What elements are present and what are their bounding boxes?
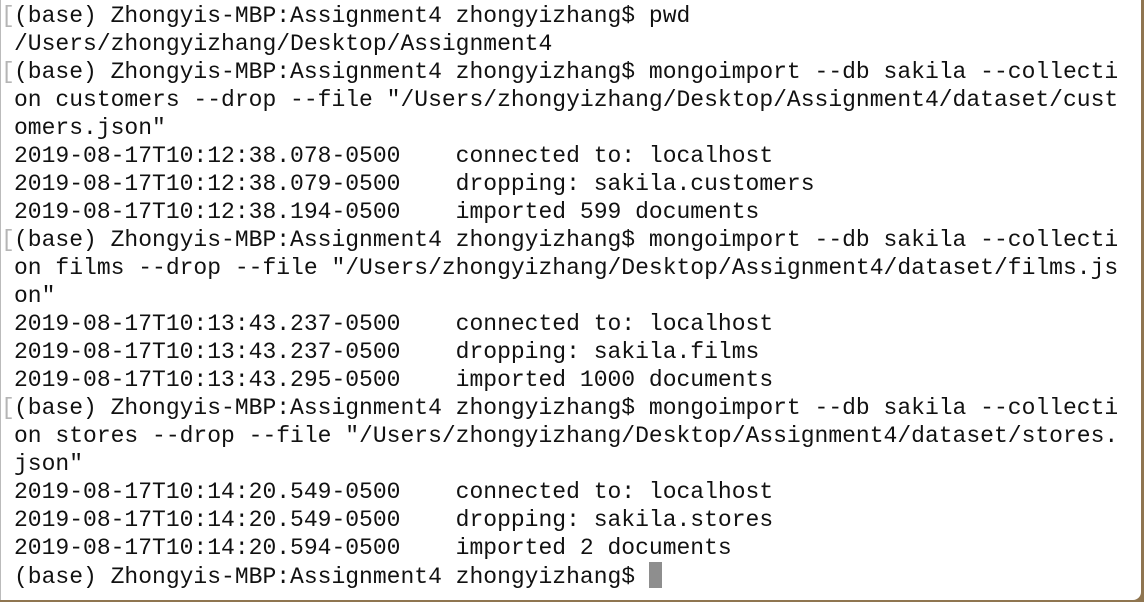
prompt-text: (base) Zhongyis-MBP:Assignment4 zhongyiz… — [14, 564, 636, 590]
line-text: on stores --drop --file "/Users/zhongyiz… — [14, 423, 1119, 449]
terminal-line: /Users/zhongyizhang/Desktop/Assignment4 — [14, 30, 1118, 58]
line-text: 2019-08-17T10:14:20.549-0500 connected t… — [14, 479, 774, 505]
terminal-window[interactable]: [(base) Zhongyis-MBP:Assignment4 zhongyi… — [0, 0, 1141, 600]
terminal-line: 2019-08-17T10:12:38.079-0500 dropping: s… — [14, 170, 1118, 198]
terminal-line: on customers --drop --file "/Users/zhong… — [14, 86, 1118, 114]
line-text: on films --drop --file "/Users/zhongyizh… — [14, 255, 1119, 281]
terminal-line: [(base) Zhongyis-MBP:Assignment4 zhongyi… — [1, 58, 1119, 86]
terminal-line: [(base) Zhongyis-MBP:Assignment4 zhongyi… — [1, 2, 1118, 30]
terminal-line: json" — [14, 450, 1118, 478]
line-text: json" — [14, 451, 84, 477]
line-text: /Users/zhongyizhang/Desktop/Assignment4 — [14, 31, 553, 57]
mark-bracket-left: [ — [1, 227, 15, 253]
terminal-line: [(base) Zhongyis-MBP:Assignment4 zhongyi… — [1, 394, 1119, 422]
line-text: 2019-08-17T10:13:43.237-0500 dropping: s… — [14, 339, 760, 365]
terminal-line: on films --drop --file "/Users/zhongyizh… — [14, 254, 1118, 282]
terminal-line: 2019-08-17T10:13:43.237-0500 connected t… — [14, 310, 1118, 338]
prompt-line[interactable]: (base) Zhongyis-MBP:Assignment4 zhongyiz… — [14, 562, 1118, 590]
terminal-line: 2019-08-17T10:12:38.194-0500 imported 59… — [14, 198, 1118, 226]
line-text: 2019-08-17T10:13:43.237-0500 connected t… — [14, 311, 774, 337]
terminal-line: 2019-08-17T10:14:20.594-0500 imported 2 … — [14, 534, 1118, 562]
line-text: on" — [14, 283, 56, 309]
mark-bracket-left: [ — [1, 59, 15, 85]
line-text: omers.json" — [14, 115, 166, 141]
terminal-line: 2019-08-17T10:14:20.549-0500 connected t… — [14, 478, 1118, 506]
line-text: on customers --drop --file "/Users/zhong… — [14, 87, 1119, 113]
terminal-output[interactable]: [(base) Zhongyis-MBP:Assignment4 zhongyi… — [1, 2, 1119, 590]
line-text: (base) Zhongyis-MBP:Assignment4 zhongyiz… — [14, 395, 1119, 421]
line-text: 2019-08-17T10:12:38.194-0500 imported 59… — [14, 199, 760, 225]
line-text: 2019-08-17T10:12:38.079-0500 dropping: s… — [14, 171, 815, 197]
line-text: 2019-08-17T10:13:43.295-0500 imported 10… — [14, 367, 774, 393]
terminal-line: 2019-08-17T10:14:20.549-0500 dropping: s… — [14, 506, 1118, 534]
line-text: (base) Zhongyis-MBP:Assignment4 zhongyiz… — [14, 3, 691, 29]
line-text: (base) Zhongyis-MBP:Assignment4 zhongyiz… — [14, 227, 1119, 253]
terminal-line: [(base) Zhongyis-MBP:Assignment4 zhongyi… — [1, 226, 1119, 254]
mark-bracket-left: [ — [1, 3, 15, 29]
line-text: (base) Zhongyis-MBP:Assignment4 zhongyiz… — [14, 59, 1119, 85]
cursor-block — [649, 562, 663, 588]
terminal-line: omers.json" — [14, 114, 1118, 142]
line-text: 2019-08-17T10:14:20.594-0500 imported 2 … — [14, 535, 732, 561]
mark-bracket-left: [ — [1, 395, 15, 421]
terminal-line: 2019-08-17T10:12:38.078-0500 connected t… — [14, 142, 1118, 170]
terminal-line: on stores --drop --file "/Users/zhongyiz… — [14, 422, 1118, 450]
terminal-line: 2019-08-17T10:13:43.295-0500 imported 10… — [14, 366, 1118, 394]
line-text: 2019-08-17T10:12:38.078-0500 connected t… — [14, 143, 774, 169]
line-text: 2019-08-17T10:14:20.549-0500 dropping: s… — [14, 507, 774, 533]
terminal-line: 2019-08-17T10:13:43.237-0500 dropping: s… — [14, 338, 1118, 366]
terminal-line: on" — [14, 282, 1118, 310]
